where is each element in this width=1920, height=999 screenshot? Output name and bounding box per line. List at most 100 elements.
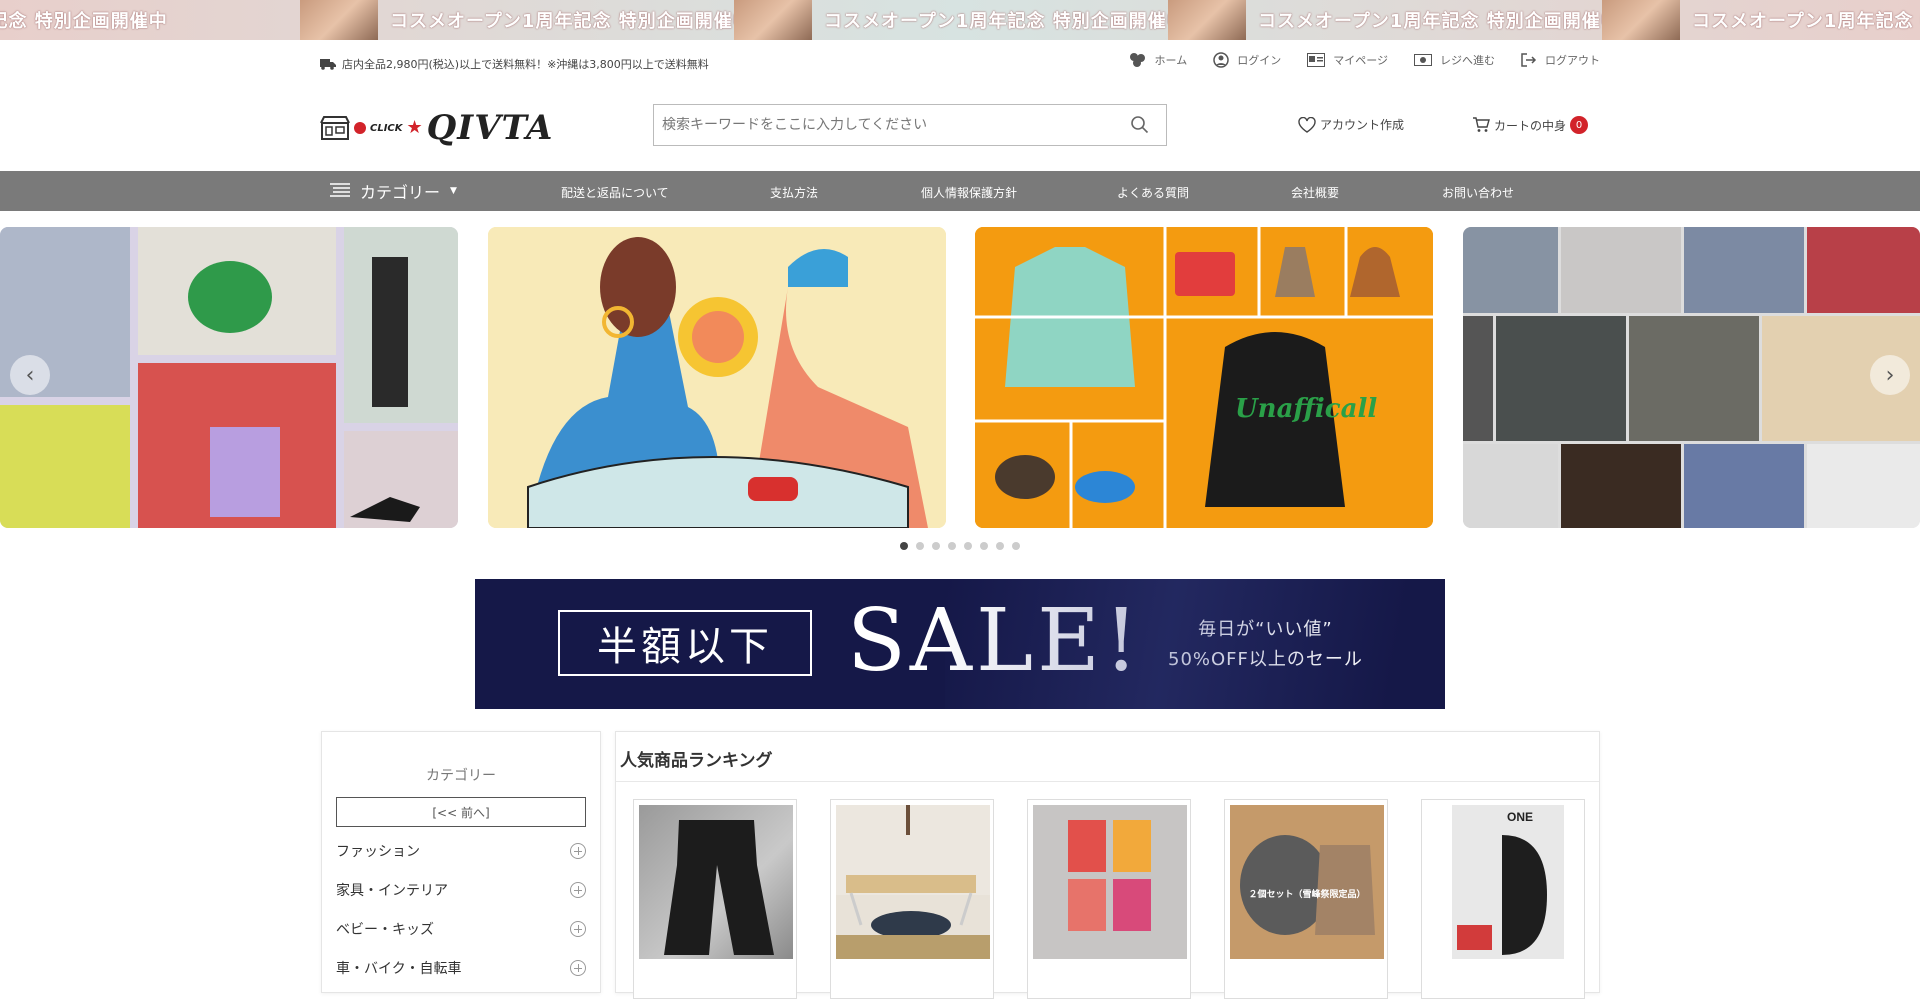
sidebar-item-vehicles[interactable]: 車・バイク・自転車 bbox=[336, 948, 586, 987]
carousel-dot[interactable] bbox=[932, 542, 940, 550]
illustration-image bbox=[488, 227, 946, 528]
user-icon bbox=[1213, 52, 1229, 68]
cart-link[interactable]: カートの中身 0 bbox=[1472, 116, 1589, 134]
util-link-checkout[interactable]: レジへ進む bbox=[1414, 52, 1495, 68]
marquee-photo bbox=[1168, 0, 1246, 40]
sale-subtitle: 毎日が“いい値” 50%OFF以上のセール bbox=[1168, 615, 1363, 675]
nav-category-menu[interactable]: カテゴリー ▼ bbox=[330, 179, 510, 203]
sidebar-item-label: ベビー・キッズ bbox=[336, 921, 434, 938]
sale-subtitle-line: 毎日が“いい値” bbox=[1198, 619, 1333, 640]
carousel-dot[interactable] bbox=[1012, 542, 1020, 550]
sale-headline: SALE! bbox=[847, 591, 1143, 691]
carousel-dot[interactable] bbox=[948, 542, 956, 550]
product-card[interactable] bbox=[633, 799, 797, 999]
search-input[interactable] bbox=[654, 105, 1094, 145]
carousel-dot[interactable] bbox=[916, 542, 924, 550]
marquee-text: コスメオープン1周年記念 特別企画開催中 bbox=[0, 11, 168, 32]
svg-text:Unafficall: Unafficall bbox=[1235, 394, 1377, 424]
product-card[interactable]: ２個セット（雪峰祭限定品） bbox=[1224, 799, 1388, 999]
sidebar-prev-button[interactable]: [<< 前へ] bbox=[336, 797, 586, 827]
home-icon bbox=[1129, 53, 1145, 67]
nav-item-company[interactable]: 会社概要 bbox=[1291, 184, 1339, 201]
product-image: ONE bbox=[1427, 805, 1581, 959]
util-link-label: レジへ進む bbox=[1440, 54, 1495, 67]
sale-banner[interactable]: 半額以下 SALE! 毎日が“いい値” 50%OFF以上のセール bbox=[475, 579, 1445, 709]
carousel-slide[interactable] bbox=[0, 227, 458, 528]
shipping-notice: 店内全品2,980円(税込)以上で送料無料！※沖縄は3,800円以上で送料無料 bbox=[320, 56, 709, 72]
logo-star-icon: ★ bbox=[406, 117, 423, 138]
product-overlay-text: ２個セット（雪峰祭限定品） bbox=[1248, 890, 1366, 900]
carousel-slide[interactable]: Unafficall bbox=[975, 227, 1433, 528]
util-link-mypage[interactable]: マイページ bbox=[1307, 52, 1388, 68]
marquee-item: コスメオープン1周年記念 特別企画開催中 bbox=[734, 0, 1186, 40]
ranking-title: 人気商品ランキング bbox=[616, 732, 1599, 782]
expand-plus-icon[interactable] bbox=[570, 920, 586, 937]
promo-marquee[interactable]: コスメオープン1周年記念 特別企画開催中 コスメオープン1周年記念 特別企画開催… bbox=[0, 0, 1920, 40]
marquee-item: コスメオープン1周年記念 特別企画開催中 bbox=[1168, 0, 1620, 40]
marquee-item: コスメオープン1周年記念 特別企画開催中 bbox=[300, 0, 752, 40]
product-image bbox=[639, 805, 793, 959]
carousel-dot[interactable] bbox=[980, 542, 988, 550]
sidebar-item-fashion[interactable]: ファッション bbox=[336, 831, 586, 870]
carousel-dot[interactable] bbox=[996, 542, 1004, 550]
product-image bbox=[836, 805, 990, 959]
util-link-home[interactable]: ホーム bbox=[1129, 52, 1188, 68]
popular-ranking: 人気商品ランキング ２個セット（雪峰祭限定品） ONE bbox=[615, 731, 1600, 999]
nav-item-contact[interactable]: お問い合わせ bbox=[1442, 184, 1514, 201]
shoes-grid-image bbox=[1463, 227, 1920, 528]
expand-plus-icon[interactable] bbox=[570, 959, 586, 976]
sale-box-text: 半額以下 bbox=[558, 610, 812, 676]
logo-dot-icon bbox=[354, 122, 366, 134]
nav-item-payment[interactable]: 支払方法 bbox=[770, 184, 818, 201]
cart-count-badge: 0 bbox=[1570, 116, 1589, 134]
util-link-label: マイページ bbox=[1333, 54, 1388, 67]
nav-item-privacy[interactable]: 個人情報保護方針 bbox=[921, 184, 1017, 201]
product-image bbox=[1230, 805, 1384, 959]
carousel-dot[interactable] bbox=[964, 542, 972, 550]
main-nav: カテゴリー ▼ 配送と返品について 支払方法 個人情報保護方針 よくある質問 会… bbox=[0, 171, 1920, 211]
expand-plus-icon[interactable] bbox=[570, 881, 586, 898]
search-box bbox=[653, 104, 1167, 146]
nav-item-shipping[interactable]: 配送と返品について bbox=[561, 184, 669, 201]
sidebar-item-baby-kids[interactable]: ベビー・キッズ bbox=[336, 909, 586, 948]
carousel-slide[interactable] bbox=[488, 227, 946, 528]
money-icon bbox=[1414, 54, 1432, 66]
create-account-link[interactable]: アカウント作成 bbox=[1298, 116, 1404, 133]
utility-bar: 店内全品2,980円(税込)以上で送料無料！※沖縄は3,800円以上で送料無料 … bbox=[320, 52, 1600, 76]
util-link-label: ログイン bbox=[1237, 54, 1282, 67]
fashion-collage-image bbox=[0, 227, 458, 528]
carousel-prev-button[interactable]: ‹ bbox=[10, 355, 50, 395]
heart-icon bbox=[1298, 116, 1316, 133]
expand-plus-icon[interactable] bbox=[570, 842, 586, 859]
site-logo[interactable]: CLICK ★ QIVTA bbox=[320, 108, 553, 148]
product-card[interactable]: ONE bbox=[1421, 799, 1585, 999]
svg-text:ONE: ONE bbox=[1507, 810, 1533, 824]
cart-icon bbox=[1473, 117, 1490, 132]
carousel-dots bbox=[900, 542, 1020, 550]
caret-down-icon: ▼ bbox=[450, 186, 457, 196]
sidebar-item-furniture[interactable]: 家具・インテリア bbox=[336, 870, 586, 909]
logout-icon bbox=[1521, 53, 1537, 67]
shop-icon bbox=[320, 116, 350, 140]
carousel-slide[interactable] bbox=[1463, 227, 1920, 528]
marquee-photo bbox=[1602, 0, 1680, 40]
util-link-label: ホーム bbox=[1154, 54, 1188, 67]
logo-name: QIVTA bbox=[426, 108, 554, 148]
cart-label: カートの中身 bbox=[1494, 118, 1567, 133]
util-link-logout[interactable]: ログアウト bbox=[1521, 52, 1600, 68]
product-card[interactable] bbox=[830, 799, 994, 999]
marquee-text: コスメオープン1周年記念 特別企画開催中 bbox=[1258, 11, 1620, 32]
search-icon[interactable] bbox=[1130, 115, 1150, 135]
carousel-next-button[interactable]: › bbox=[1870, 355, 1910, 395]
util-link-login[interactable]: ログイン bbox=[1213, 52, 1281, 68]
product-image bbox=[1033, 805, 1187, 959]
hero-carousel: Unafficall bbox=[0, 227, 1920, 528]
product-card[interactable] bbox=[1027, 799, 1191, 999]
marquee-item: コスメオープン1周年記念 特別企画開催中 bbox=[0, 0, 168, 40]
marquee-photo bbox=[300, 0, 378, 40]
carousel-dot[interactable] bbox=[900, 542, 908, 550]
nav-category-label: カテゴリー bbox=[360, 183, 441, 202]
marquee-text: コスメオープン1周年記念 特別企画開催中 bbox=[390, 11, 752, 32]
nav-item-faq[interactable]: よくある質問 bbox=[1117, 184, 1189, 201]
category-sidebar: カテゴリー [<< 前へ] ファッション 家具・インテリア ベビー・キッズ 車・… bbox=[321, 731, 601, 993]
